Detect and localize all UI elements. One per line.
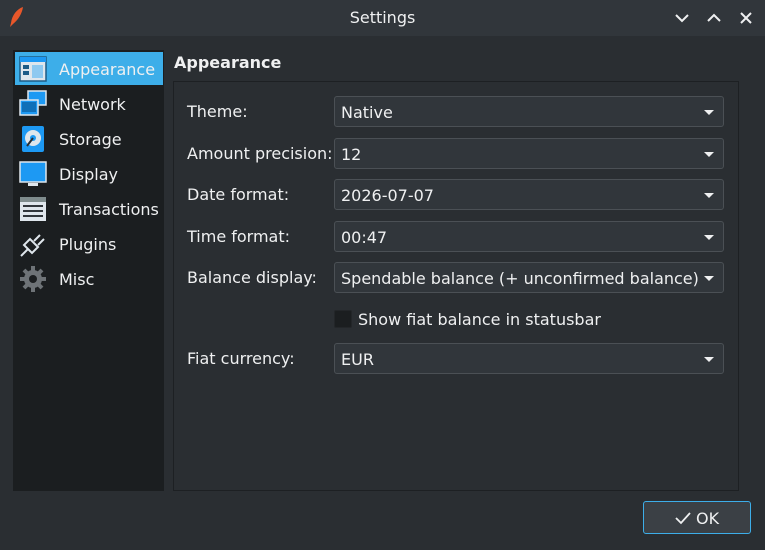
time-format-label: Time format:: [187, 227, 291, 246]
sidebar-item-storage[interactable]: Storage: [15, 122, 163, 155]
sidebar-item-label: Transactions: [59, 200, 159, 219]
gear-icon: [20, 266, 46, 292]
date-format-value: 2026-07-07: [341, 186, 434, 205]
amount-precision-select[interactable]: 12: [334, 138, 724, 169]
fiat-currency-value: EUR: [341, 350, 374, 369]
amount-precision-value: 12: [341, 145, 362, 164]
time-format-value: 00:47: [341, 228, 388, 247]
network-icon: [19, 90, 47, 116]
date-format-select[interactable]: 2026-07-07: [334, 179, 724, 210]
sidebar-item-label: Plugins: [59, 235, 117, 254]
settings-sidebar: Appearance Network Storage Display Trans…: [13, 50, 164, 491]
sidebar-item-misc[interactable]: Misc: [15, 262, 163, 295]
close-icon[interactable]: [735, 7, 757, 29]
fiat-statusbar-checkbox[interactable]: [334, 310, 352, 328]
fiat-currency-select[interactable]: EUR: [334, 343, 724, 374]
page-title: Appearance: [174, 53, 282, 72]
display-icon: [19, 161, 47, 186]
balance-display-select[interactable]: Spendable balance (+ unconfirmed balance…: [334, 262, 724, 293]
sidebar-item-plugins[interactable]: Plugins: [15, 227, 163, 260]
theme-select[interactable]: Native: [334, 96, 724, 127]
title-bar: Settings: [0, 0, 765, 36]
window-title: Settings: [349, 8, 416, 27]
amount-precision-label: Amount precision:: [187, 144, 333, 163]
sidebar-item-display[interactable]: Display: [15, 157, 163, 190]
storage-icon: [22, 126, 44, 152]
sidebar-item-label: Misc: [59, 270, 95, 289]
balance-display-value: Spendable balance (+ unconfirmed balance…: [341, 269, 699, 288]
balance-display-label: Balance display:: [187, 268, 317, 287]
fiat-currency-label: Fiat currency:: [187, 349, 295, 368]
checkmark-icon: [675, 512, 691, 525]
transactions-icon: [20, 197, 46, 221]
sidebar-item-appearance[interactable]: Appearance: [15, 52, 163, 85]
appearance-icon: [19, 56, 47, 82]
date-format-label: Date format:: [187, 185, 290, 204]
sidebar-item-transactions[interactable]: Transactions: [15, 192, 163, 225]
sidebar-item-label: Appearance: [59, 60, 156, 79]
plugins-icon: [20, 234, 45, 257]
chevron-down-icon: [704, 193, 714, 198]
ok-button[interactable]: OK: [643, 501, 751, 534]
ok-button-label: OK: [696, 509, 720, 528]
maximize-icon[interactable]: [703, 7, 725, 29]
chevron-down-icon: [704, 357, 714, 362]
theme-value: Native: [341, 103, 393, 122]
chevron-down-icon: [704, 276, 714, 281]
sidebar-item-network[interactable]: Network: [15, 87, 163, 120]
sidebar-item-label: Network: [59, 95, 126, 114]
theme-label: Theme:: [187, 102, 248, 121]
minimize-icon[interactable]: [671, 7, 693, 29]
sidebar-item-label: Display: [59, 165, 118, 184]
sidebar-item-label: Storage: [59, 130, 122, 149]
chevron-down-icon: [704, 152, 714, 157]
chevron-down-icon: [704, 235, 714, 240]
chevron-down-icon: [704, 110, 714, 115]
time-format-select[interactable]: 00:47: [334, 221, 724, 252]
fiat-statusbar-label[interactable]: Show fiat balance in statusbar: [358, 310, 601, 329]
